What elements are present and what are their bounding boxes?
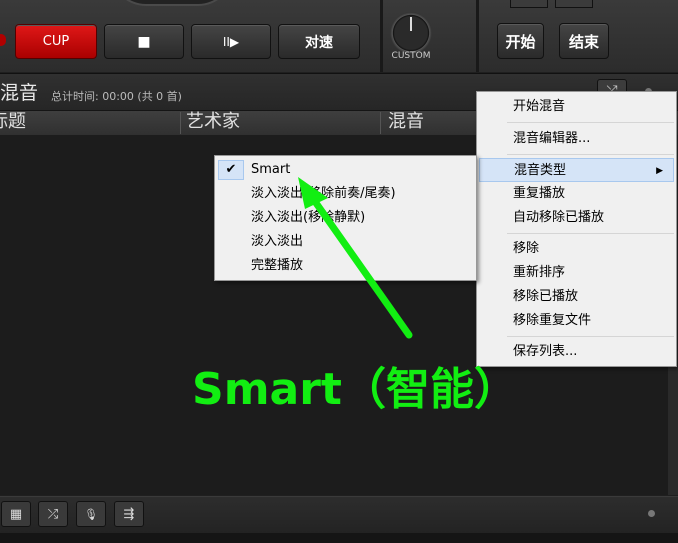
annotation-label: Smart（智能） [192, 364, 518, 415]
annotation-arrow [298, 177, 413, 339]
